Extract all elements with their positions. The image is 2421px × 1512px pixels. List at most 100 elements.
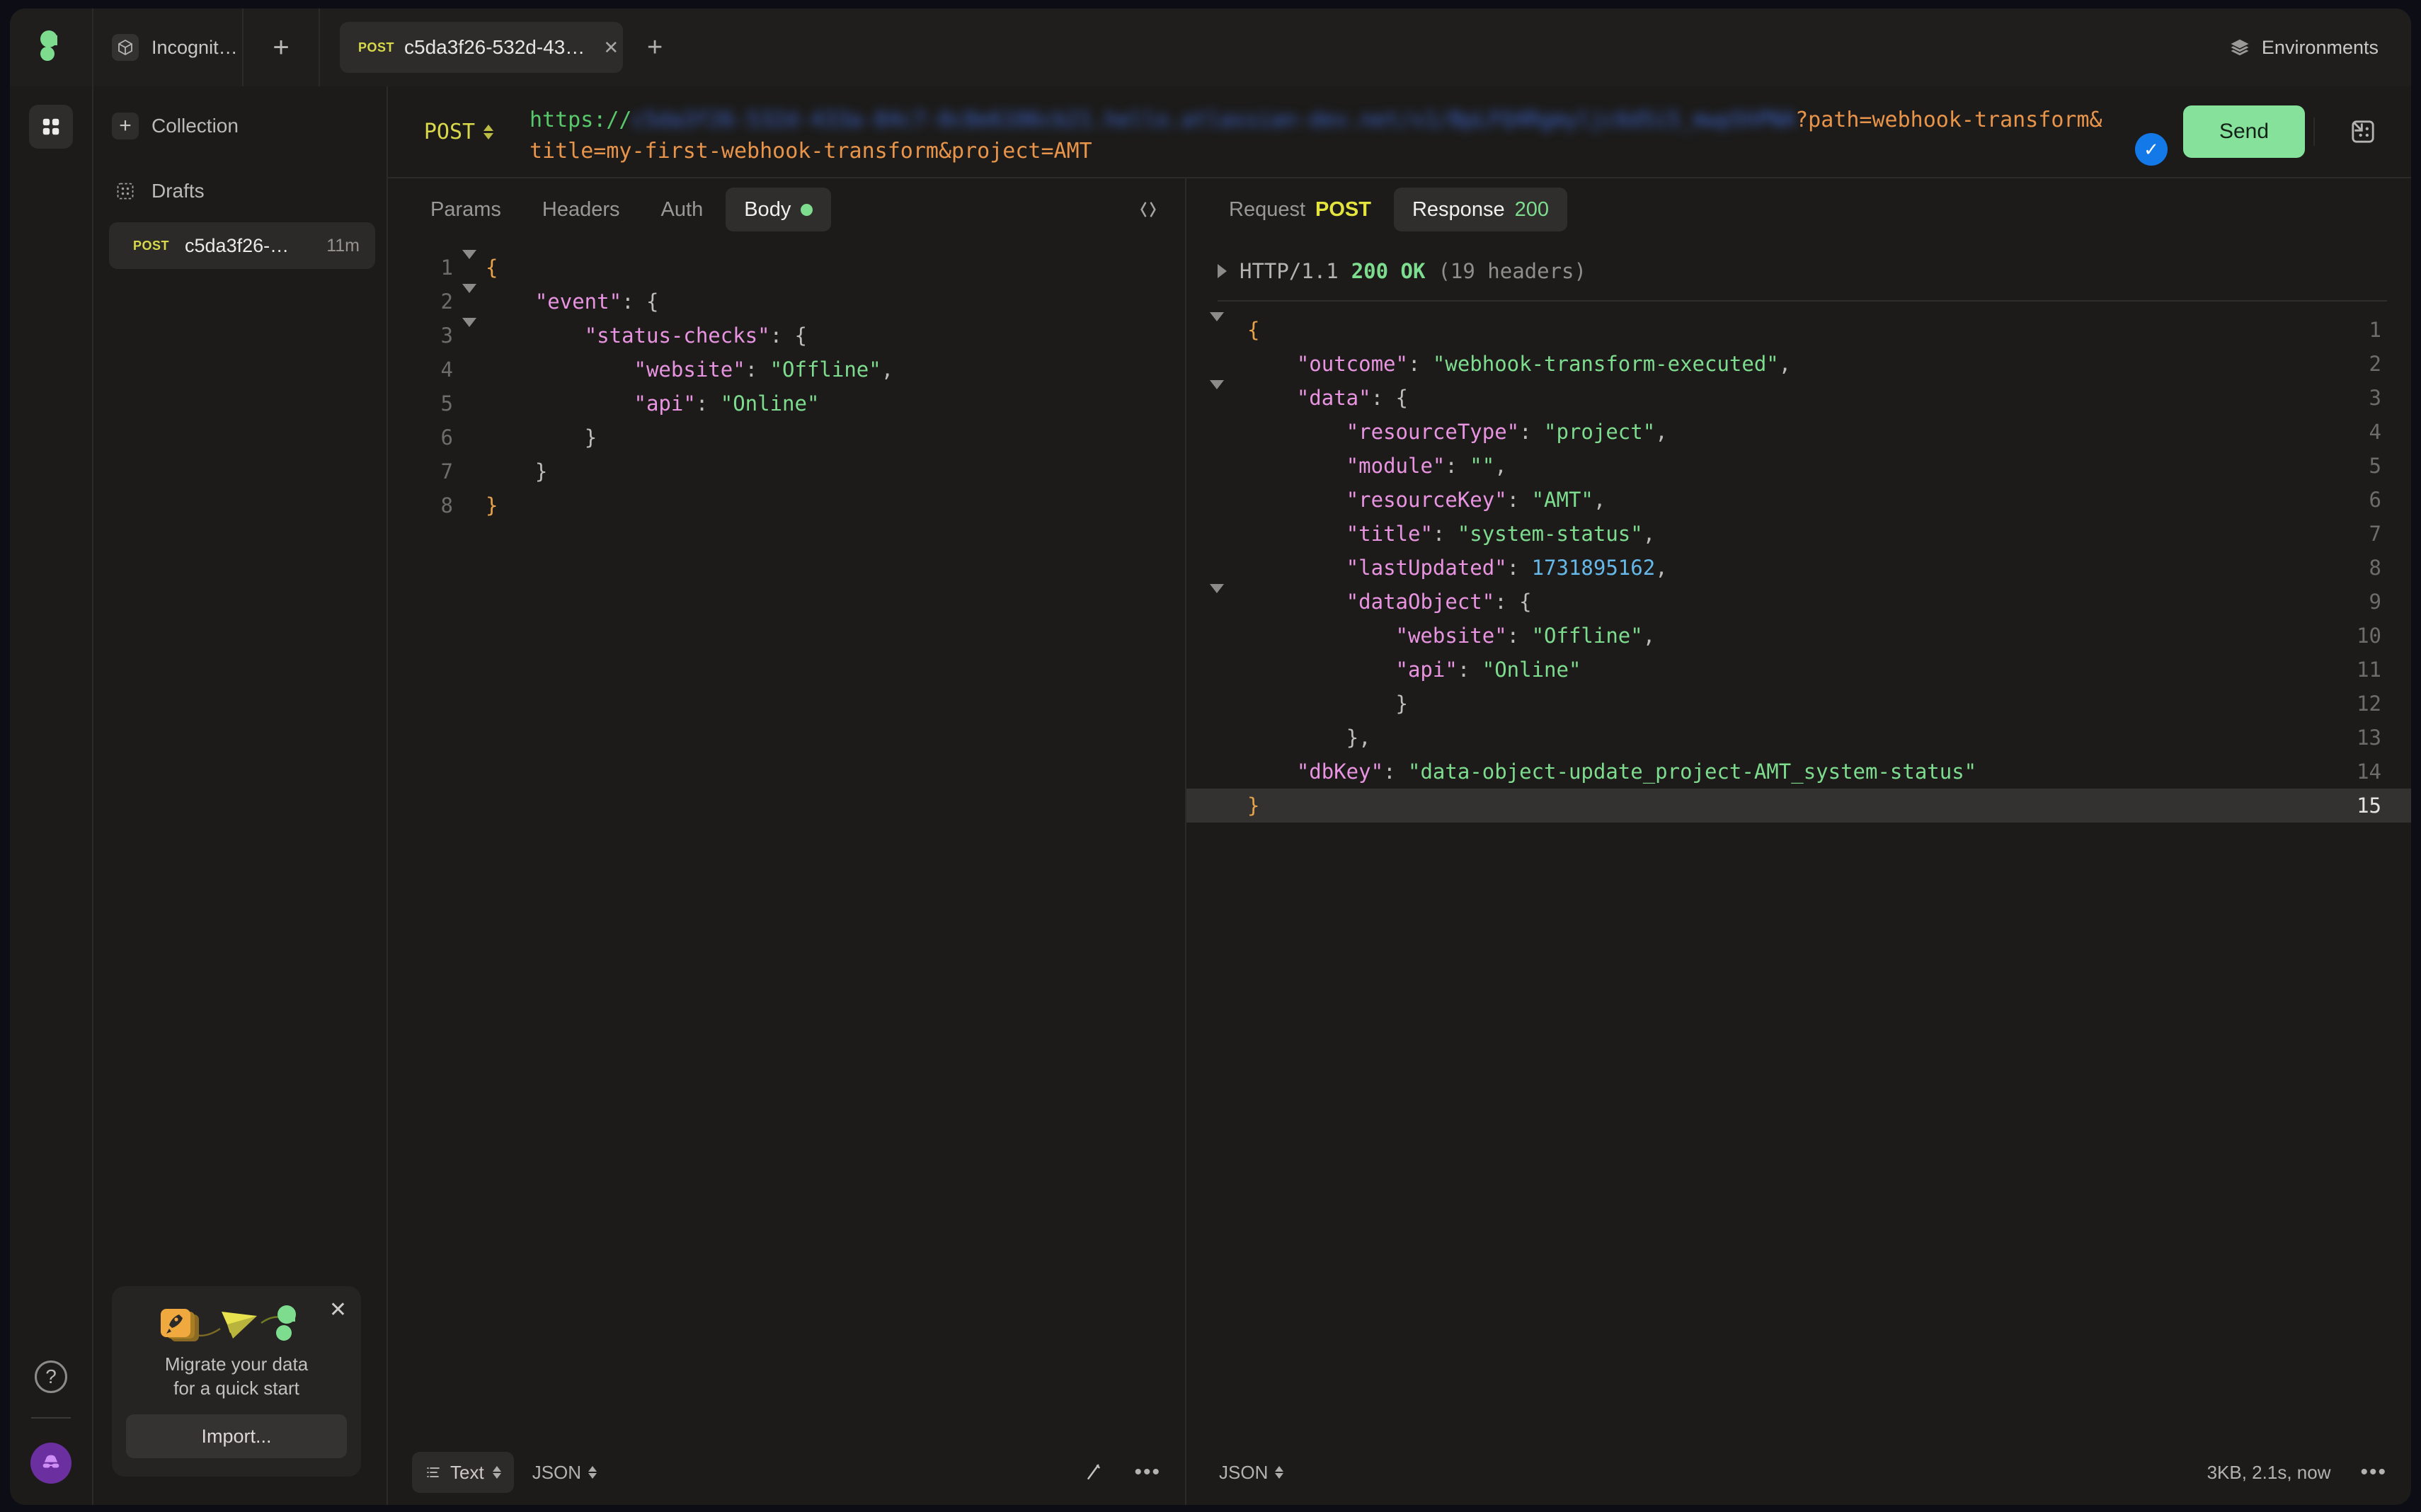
line-number: 1 (2369, 318, 2381, 342)
line-number: 2 (440, 290, 453, 314)
fold-toggle-icon[interactable] (462, 284, 476, 310)
code-line[interactable]: "api": "Online" 11 (1186, 653, 2411, 687)
tab-params[interactable]: Params (412, 188, 520, 231)
help-circle-icon[interactable]: ? (35, 1361, 67, 1393)
code-brackets-icon[interactable] (1135, 198, 1161, 221)
response-pane: Request POST Response 200 HTTP/1.1 200 O… (1186, 178, 2411, 1505)
code-line[interactable]: } 12 (1186, 687, 2411, 721)
response-status-line[interactable]: HTTP/1.1 200 OK (19 headers) (1186, 241, 2411, 283)
add-workspace-button[interactable]: + (244, 8, 320, 86)
fold-toggle-icon[interactable] (1210, 380, 1224, 406)
left-rail: ? (10, 86, 93, 1505)
request-tab-title: c5da3f26-532d-43… (404, 36, 585, 58)
request-footer-actions: ••• (1083, 1460, 1161, 1484)
grid-apps-icon[interactable] (29, 105, 73, 149)
fold-toggle-icon[interactable] (462, 250, 476, 276)
code-line[interactable]: "outcome": "webhook-transform-executed",… (1186, 347, 2411, 381)
line-code: "resourceType": "project", (1346, 420, 1668, 444)
line-number: 5 (440, 391, 453, 416)
migrate-line-2: for a quick start (173, 1377, 299, 1399)
plus-icon: + (112, 113, 139, 139)
code-line[interactable]: 3 "status-checks": { (388, 318, 1185, 353)
tab-request[interactable]: Request POST (1210, 188, 1390, 231)
sidebar-item-new-collection[interactable]: + Collection (93, 99, 387, 153)
fold-toggle-icon[interactable] (1210, 584, 1224, 610)
list-item[interactable]: POST c5da3f26-… 11m (109, 222, 375, 269)
code-line[interactable]: "resourceType": "project", 4 (1186, 415, 2411, 449)
workspace-tab[interactable]: Incognito s... (93, 8, 244, 86)
main-area: POST https://c5da3f26-532d-433a-84c7-0c8… (388, 86, 2411, 1505)
code-line[interactable]: "lastUpdated": 1731895162, 8 (1186, 551, 2411, 585)
code-line[interactable]: "dataObject": {9 (1186, 584, 2411, 619)
request-tab[interactable]: POST c5da3f26-532d-43… ✕ (340, 22, 623, 73)
top-bar: Incognito s... + POST c5da3f26-532d-43… … (10, 8, 2411, 86)
body-format-label: JSON (532, 1461, 582, 1483)
close-icon[interactable]: ✕ (329, 1298, 347, 1322)
code-line[interactable]: "resourceKey": "AMT", 6 (1186, 483, 2411, 517)
request-pane: Params Headers Auth Body 1 {2 "event": … (388, 178, 1186, 1505)
split-panel-button[interactable] (2313, 118, 2411, 146)
tab-headers[interactable]: Headers (524, 188, 639, 231)
close-icon[interactable]: ✕ (603, 37, 619, 59)
code-line[interactable]: "data": {3 (1186, 380, 2411, 415)
draft-age: 11m (326, 235, 360, 256)
line-code: "outcome": "webhook-transform-executed", (1296, 352, 1792, 376)
line-number: 8 (440, 493, 453, 517)
import-button[interactable]: Import... (126, 1414, 347, 1458)
fold-gutter[interactable] (1186, 584, 1247, 619)
fold-gutter[interactable] (1186, 312, 1247, 347)
sidebar-item-drafts[interactable]: Drafts (93, 164, 387, 218)
request-body-editor[interactable]: 1{2 "event": {3 "status-checks": {4 "web… (388, 241, 1185, 1440)
line-number: 5 (2369, 454, 2381, 478)
code-line[interactable]: } 15 (1186, 789, 2411, 823)
fold-gutter[interactable] (453, 284, 486, 319)
code-line[interactable]: 8} (388, 488, 1185, 522)
body-format-selector[interactable]: JSON (532, 1462, 597, 1484)
code-line[interactable]: "dbKey": "data-object-update_project-AMT… (1186, 755, 2411, 789)
response-format-selector[interactable]: JSON (1219, 1461, 1284, 1484)
code-line[interactable]: "title": "system-status", 7 (1186, 517, 2411, 551)
stepper-icon (588, 1466, 597, 1479)
method-label: POST (423, 119, 476, 144)
line-number: 1 (440, 256, 453, 280)
line-code: } (584, 425, 597, 449)
method-selector[interactable]: POST (388, 86, 530, 177)
line-code: "website": "Offline", (1395, 624, 1656, 648)
fold-gutter[interactable] (1186, 380, 1247, 415)
view-mode-selector[interactable]: Text (412, 1452, 514, 1493)
url-input[interactable]: https://c5da3f26-532d-433a-84c7-0c8e6106… (530, 86, 2128, 177)
fold-gutter[interactable] (453, 318, 486, 353)
send-button[interactable]: Send (2183, 105, 2305, 158)
request-tab-method: POST (358, 40, 395, 55)
incognito-avatar-icon[interactable] (30, 1443, 71, 1484)
code-line[interactable]: 6 } (388, 420, 1185, 454)
code-line[interactable]: 7 } (388, 454, 1185, 488)
code-line[interactable]: }, 13 (1186, 721, 2411, 755)
tab-body-label: Body (744, 197, 791, 221)
new-request-tab-button[interactable]: + (647, 33, 663, 63)
code-line[interactable]: 4 "website": "Offline", (388, 353, 1185, 386)
magic-wand-icon[interactable] (1083, 1462, 1104, 1483)
environments-button[interactable]: Environments (2229, 37, 2379, 59)
tab-body[interactable]: Body (726, 188, 832, 231)
code-line[interactable]: 2 "event": { (388, 284, 1185, 319)
code-line[interactable]: "website": "Offline", 10 (1186, 619, 2411, 653)
fold-gutter[interactable] (453, 250, 486, 285)
code-line[interactable]: {1 (1186, 312, 2411, 347)
tab-auth[interactable]: Auth (643, 188, 722, 231)
fold-toggle-icon[interactable] (462, 318, 476, 344)
more-dots-icon[interactable]: ••• (1134, 1460, 1161, 1484)
line-code: "event": { (534, 290, 659, 314)
more-dots-icon[interactable]: ••• (2360, 1460, 2387, 1484)
line-number: 6 (440, 425, 453, 449)
response-body-viewer[interactable]: {1 "outcome": "webhook-transform-execute… (1186, 302, 2411, 1440)
request-tabs: Params Headers Auth Body (388, 178, 1185, 241)
code-line[interactable]: "module": "", 5 (1186, 449, 2411, 483)
code-line[interactable]: 5 "api": "Online" (388, 386, 1185, 420)
chevron-right-icon[interactable] (1218, 264, 1227, 278)
fold-toggle-icon[interactable] (1210, 312, 1224, 338)
tab-response[interactable]: Response 200 (1393, 188, 1567, 231)
stepper-icon (492, 1466, 501, 1479)
response-format-label: JSON (1219, 1461, 1269, 1483)
code-line[interactable]: 1{ (388, 250, 1185, 285)
